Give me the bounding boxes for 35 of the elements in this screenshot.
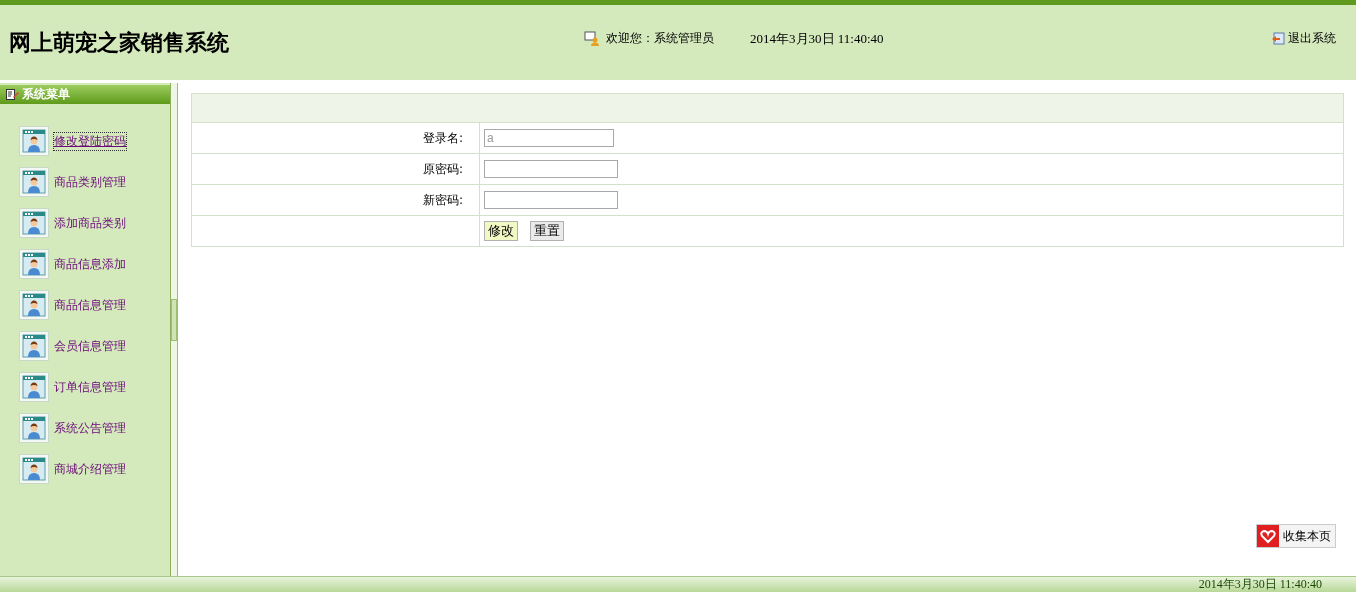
user-card-icon: [19, 249, 49, 279]
form-button[interactable]: 重置: [530, 221, 564, 241]
menu-item[interactable]: 商品信息管理: [54, 296, 126, 314]
menu-item[interactable]: 订单信息管理: [54, 378, 126, 396]
menu-title: 系统菜单: [22, 86, 70, 103]
menu-item[interactable]: 修改登陆密码: [54, 132, 126, 150]
menu-item[interactable]: 商城介绍管理: [54, 460, 126, 478]
input-field[interactable]: [484, 160, 618, 178]
logout-link[interactable]: 退出系统: [1271, 30, 1336, 47]
input-field[interactable]: [484, 191, 618, 209]
user-card-icon: [19, 167, 49, 197]
user-card-icon: [19, 372, 49, 402]
user-card-icon: [19, 331, 49, 361]
menu-item[interactable]: 商品类别管理: [54, 173, 126, 191]
welcome-text: 欢迎您：系统管理员: [606, 30, 714, 47]
menu-item[interactable]: 商品信息添加: [54, 255, 126, 273]
user-card-icon: [19, 126, 49, 156]
edit-icon: [6, 89, 19, 100]
app-title: 网上萌宠之家销售系统: [9, 27, 230, 57]
bookmark-button[interactable]: 收集本页: [1256, 524, 1336, 548]
status-datetime: 2014年3月30日 11:40:40: [1198, 576, 1322, 592]
form-button[interactable]: 修改: [484, 221, 518, 241]
user-card-icon: [19, 454, 49, 484]
user-icon: [584, 30, 600, 47]
field-label: 登录名:: [422, 130, 463, 145]
splitter-handle[interactable]: [171, 298, 177, 341]
header-datetime: 2014年3月30日 11:40:40: [750, 29, 884, 48]
menu-item[interactable]: 系统公告管理: [54, 419, 126, 437]
field-label: 原密码:: [422, 161, 463, 176]
user-card-icon: [19, 413, 49, 443]
field-label: 新密码:: [422, 192, 463, 207]
menu-item[interactable]: 会员信息管理: [54, 337, 126, 355]
menu-item[interactable]: 添加商品类别: [54, 214, 126, 232]
user-card-icon: [19, 290, 49, 320]
user-card-icon: [19, 208, 49, 238]
